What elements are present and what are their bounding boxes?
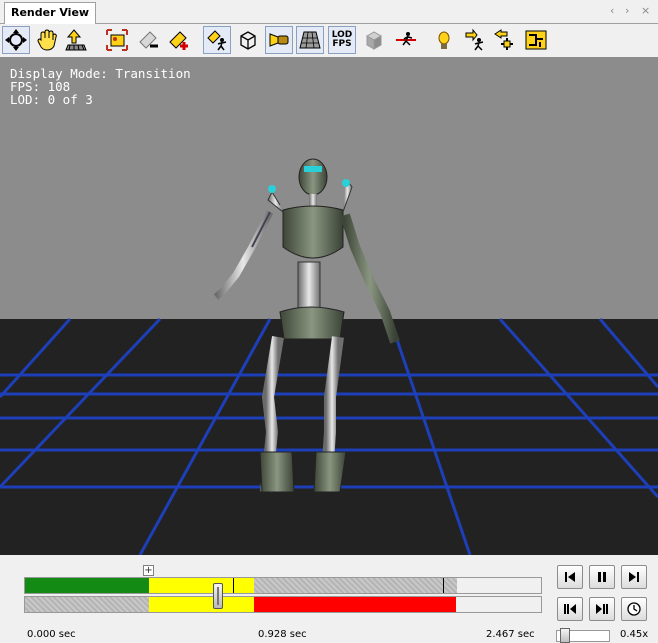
clock-button[interactable] [621, 597, 647, 621]
jump-to-start-icon [565, 572, 575, 582]
skeleton-layout-icon [525, 30, 547, 50]
marker-tick [443, 578, 444, 593]
skeleton-layout-button[interactable] [522, 26, 550, 54]
pause-icon [598, 572, 606, 582]
clock-icon [627, 602, 641, 616]
timeline-track-bottom[interactable] [24, 596, 542, 613]
tab-bar: Render View ‹ › × [0, 0, 658, 25]
wireframe-cube-icon [240, 31, 256, 50]
bone-link-icon [396, 32, 416, 46]
segment-yellow-top [149, 578, 254, 593]
timeline-start-label: 0.000 sec [27, 629, 76, 640]
animation-mode-icon [207, 30, 227, 51]
running-figure-icon [465, 28, 484, 51]
pan-hand-icon [37, 29, 57, 51]
light-add-button[interactable] [164, 26, 192, 54]
step-forward-button[interactable] [589, 597, 615, 621]
segment-red [254, 597, 456, 612]
hud-overlay: Display Mode: Transition FPS: 108 LOD: 0 o… [10, 67, 191, 106]
tab-render-view[interactable]: Render View [4, 2, 97, 25]
spotlight-icon [269, 33, 289, 47]
arrow-cross-button[interactable] [491, 26, 519, 54]
speed-slider-handle[interactable] [560, 628, 570, 643]
orbit-icon [5, 29, 27, 51]
floor-grid-icon [299, 31, 321, 49]
running-figure-button[interactable] [461, 26, 489, 54]
step-forward-icon [596, 604, 608, 614]
spotlight-button[interactable] [265, 26, 293, 54]
lod-fps-icon: LOD FPS [331, 30, 353, 49]
pause-button[interactable] [589, 565, 615, 589]
marker-tick [233, 578, 234, 593]
orbit-button[interactable] [2, 26, 30, 54]
zoom-icon [65, 29, 87, 51]
render-viewport[interactable]: Display Mode: Transition FPS: 108 LOD: 0 o… [0, 57, 658, 555]
tab-scroll-right-icon[interactable]: › [625, 4, 629, 17]
shaded-cube-icon [365, 31, 383, 50]
speed-label: 0.45x [620, 629, 649, 640]
add-marker-button[interactable]: + [143, 565, 154, 576]
pan-button[interactable] [33, 26, 61, 54]
jump-to-end-button[interactable] [621, 565, 647, 589]
timeline-scrubber-handle[interactable] [213, 583, 223, 609]
wireframe-cube-button[interactable] [234, 26, 262, 54]
bone-link-button[interactable] [392, 26, 420, 54]
timeline-current-label: 0.928 sec [258, 629, 307, 640]
light-add-icon [169, 31, 188, 50]
timeline-end-label: 2.467 sec [486, 629, 535, 640]
timeline-track-top[interactable] [24, 577, 542, 594]
lod-fps-button[interactable]: LOD FPS [328, 26, 356, 54]
tab-scroll-left-icon[interactable]: ‹ [610, 4, 614, 17]
step-back-icon [564, 604, 576, 614]
light-bulb-icon [438, 31, 450, 49]
segment-green [25, 578, 149, 593]
jump-to-start-button[interactable] [557, 565, 583, 589]
segment-yellow-bottom [149, 597, 254, 612]
frame-selection-icon [106, 29, 128, 51]
step-back-button[interactable] [557, 597, 583, 621]
scene-canvas [0, 57, 658, 555]
frame-selection-button[interactable] [103, 26, 131, 54]
zoom-button[interactable] [62, 26, 90, 54]
arrow-cross-icon [494, 29, 513, 50]
segment-hatch-bottom [25, 597, 149, 612]
light-bulb-button[interactable] [430, 26, 458, 54]
lod-text: LOD: 0 of 3 [10, 92, 93, 107]
toolbar: LOD FPS [0, 24, 658, 58]
segment-hatch-top [254, 578, 457, 593]
close-icon[interactable]: × [641, 4, 650, 17]
jump-to-end-icon [629, 572, 639, 582]
shaded-cube-button[interactable] [360, 26, 388, 54]
floor-grid-button[interactable] [296, 26, 324, 54]
animation-mode-button[interactable] [203, 26, 231, 54]
light-remove-icon [139, 31, 158, 49]
light-remove-button[interactable] [134, 26, 162, 54]
